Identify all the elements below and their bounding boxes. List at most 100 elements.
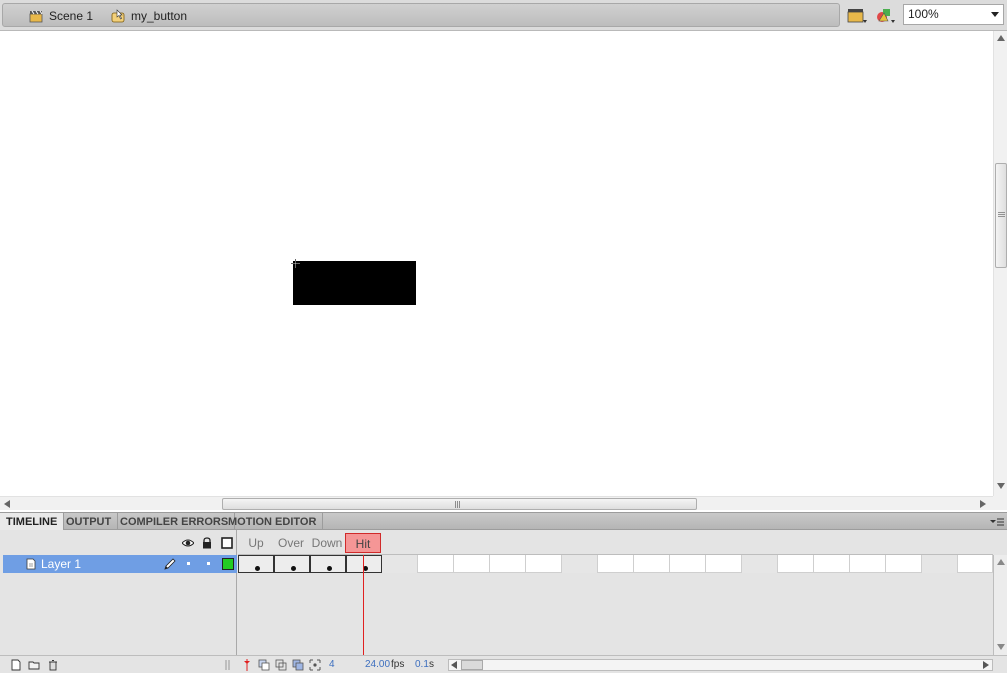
frame-cell[interactable] [958,555,993,573]
keyframe-hit[interactable] [346,555,382,573]
onion-skin-icon[interactable] [258,659,270,671]
timeline-vertical-scrollbar[interactable] [993,555,1007,655]
frame-label-up[interactable]: Up [238,533,274,553]
timeline-horizontal-scrollbar[interactable] [448,659,993,671]
splitter-grip-icon[interactable] [222,659,234,671]
layer-icon [26,558,36,570]
keyframe-dot [327,566,332,571]
frame-cell[interactable] [562,555,598,573]
scene-clapper-icon [29,10,43,23]
frame-cell[interactable] [670,555,706,573]
keyframe-over[interactable] [274,555,310,573]
grip-icon [455,501,460,508]
scroll-down-icon[interactable] [997,644,1005,650]
tab-motion-editor[interactable]: MOTION EDITOR [222,513,324,530]
registration-point-icon [291,259,300,268]
frame-label-hit[interactable]: Hit [345,533,381,553]
scroll-right-icon[interactable] [983,661,989,669]
tab-timeline[interactable]: TIMELINE [0,513,65,530]
timeline-panel: Layer 1 Up Over Down Hit 4 24.00 fps 0.1… [0,530,1007,673]
frame-cell[interactable] [598,555,634,573]
button-shape[interactable] [293,261,416,305]
edit-bar: Scene 1 my_button 100% [0,0,1007,31]
keyframe-dot [255,566,260,571]
zoom-select[interactable]: 100% [903,4,1004,25]
zoom-value: 100% [908,7,939,21]
edit-multiple-frames-icon[interactable] [292,659,304,671]
frame-label-over[interactable]: Over [273,533,309,553]
edit-symbols-icon[interactable] [875,7,897,24]
scroll-down-icon[interactable] [997,483,1005,489]
scrollbar-corner [993,496,1007,510]
frame-cell[interactable] [742,555,778,573]
current-frame[interactable]: 4 [329,659,335,670]
frame-cell[interactable] [814,555,850,573]
breadcrumb-symbol-label: my_button [131,9,188,23]
lock-dot[interactable] [207,562,210,565]
button-symbol-icon [111,9,125,23]
frame-row[interactable] [238,555,993,573]
frame-cell[interactable] [850,555,886,573]
chevron-down-icon [991,12,999,17]
pencil-icon[interactable] [163,557,177,571]
frame-cell[interactable] [382,555,418,573]
onion-skin-outlines-icon[interactable] [275,659,287,671]
frame-labels-row: Up Over Down Hit [238,530,993,555]
tab-compiler-errors[interactable]: COMPILER ERRORS [114,513,236,530]
frame-cell[interactable] [922,555,958,573]
edit-scene-icon[interactable] [847,7,869,24]
elapsed-time: 0.1 [415,659,429,670]
stage-horizontal-scroll-thumb[interactable] [222,498,697,510]
stage-vertical-scrollbar[interactable] [993,31,1007,496]
frame-label-down[interactable]: Down [309,533,345,553]
layer-header [0,530,237,555]
keyframe-down[interactable] [310,555,346,573]
breadcrumb-scene-label: Scene 1 [49,9,94,23]
layers-pane: Layer 1 [0,530,237,655]
stage-horizontal-scrollbar[interactable] [0,496,993,510]
elapsed-unit: s [429,659,434,670]
frame-cell[interactable] [490,555,526,573]
frame-cell[interactable] [526,555,562,573]
stage[interactable] [0,31,993,496]
frame-rate-unit: fps [391,659,405,670]
visibility-dot[interactable] [187,562,190,565]
playhead[interactable] [363,555,364,655]
frame-cell[interactable] [706,555,742,573]
scroll-up-icon[interactable] [997,35,1005,41]
scroll-up-icon[interactable] [997,559,1005,565]
frame-cell[interactable] [634,555,670,573]
layer-name: Layer 1 [41,557,82,571]
keyframe-dot [291,566,296,571]
trash-icon[interactable] [47,659,59,671]
frame-cell[interactable] [778,555,814,573]
scroll-left-icon[interactable] [451,661,457,669]
layer-outline-color[interactable] [222,558,234,570]
breadcrumb-symbol[interactable]: my_button [111,8,187,24]
frame-cell[interactable] [454,555,490,573]
scroll-left-icon[interactable] [4,500,10,508]
frames-pane[interactable]: Up Over Down Hit [238,530,993,655]
panel-tab-bar: TIMELINE OUTPUT COMPILER ERRORS MOTION E… [0,512,1007,530]
new-folder-icon[interactable] [28,659,40,671]
frame-cell[interactable] [418,555,454,573]
modify-markers-icon[interactable] [309,659,321,671]
panel-menu-icon[interactable] [990,517,1004,527]
layer-row[interactable]: Layer 1 [3,555,237,573]
breadcrumb-scene[interactable]: Scene 1 [29,8,93,24]
timeline-footer: 4 24.00 fps 0.1 s [0,655,1007,673]
breadcrumb: Scene 1 my_button [2,3,840,27]
lock-icon[interactable] [201,537,213,549]
frame-cell[interactable] [886,555,922,573]
tab-output[interactable]: OUTPUT [60,513,119,530]
grip-icon [998,212,1005,217]
frame-rate[interactable]: 24.00 [365,659,390,670]
keyframe-up[interactable] [238,555,274,573]
scroll-right-icon[interactable] [980,500,986,508]
new-layer-icon[interactable] [10,659,22,671]
timeline-horizontal-scroll-thumb[interactable] [461,660,483,670]
stage-vertical-scroll-thumb[interactable] [995,163,1007,268]
outline-icon[interactable] [221,537,233,549]
eye-icon[interactable] [182,537,194,549]
center-frame-icon[interactable] [241,659,253,671]
